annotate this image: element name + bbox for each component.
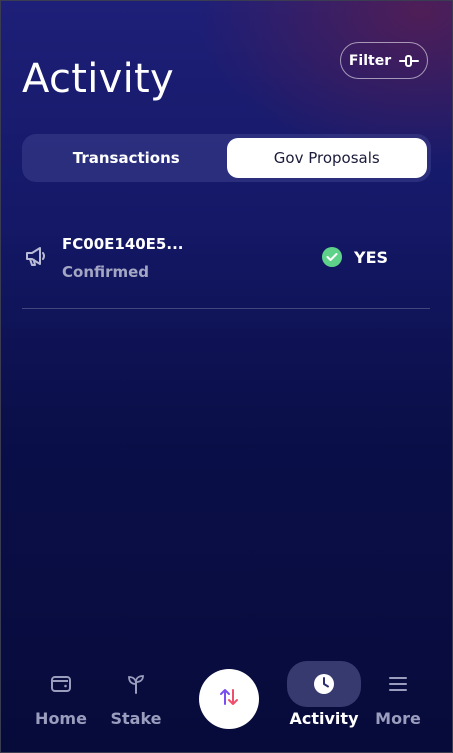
nav-home[interactable]: Home <box>26 661 96 728</box>
activity-row[interactable]: FC00E140E5... Confirmed YES <box>22 223 430 309</box>
vote-label: YES <box>354 247 389 267</box>
check-circle-icon <box>322 247 342 267</box>
nav-stake[interactable]: Stake <box>101 661 171 728</box>
proposal-id: FC00E140E5... <box>62 235 184 253</box>
megaphone-icon <box>24 245 48 271</box>
swap-button[interactable] <box>199 669 259 729</box>
menu-icon <box>388 661 408 707</box>
nav-more-label: More <box>375 709 421 728</box>
wallet-icon <box>50 661 72 707</box>
filter-label: Filter <box>348 52 392 69</box>
nav-more[interactable]: More <box>363 661 433 728</box>
swap-arrows-icon <box>218 686 240 712</box>
nav-stake-label: Stake <box>110 709 162 728</box>
vote-result: YES <box>322 247 388 267</box>
tab-gov-proposals[interactable]: Gov Proposals <box>226 138 427 178</box>
activity-tabs: Transactions Gov Proposals <box>22 134 431 182</box>
nav-activity-label: Activity <box>289 709 359 728</box>
filter-button[interactable]: Filter <box>340 42 428 79</box>
tab-transactions[interactable]: Transactions <box>26 138 227 178</box>
slider-filter-icon <box>399 54 420 68</box>
clock-icon <box>287 661 361 707</box>
nav-activity[interactable]: Activity <box>287 661 361 728</box>
page-title: Activity <box>22 56 174 102</box>
status-text: Confirmed <box>62 263 150 281</box>
nav-home-label: Home <box>35 709 87 728</box>
sprout-icon <box>125 661 147 707</box>
app-window: Activity Filter Transactions Gov Proposa… <box>0 0 453 753</box>
